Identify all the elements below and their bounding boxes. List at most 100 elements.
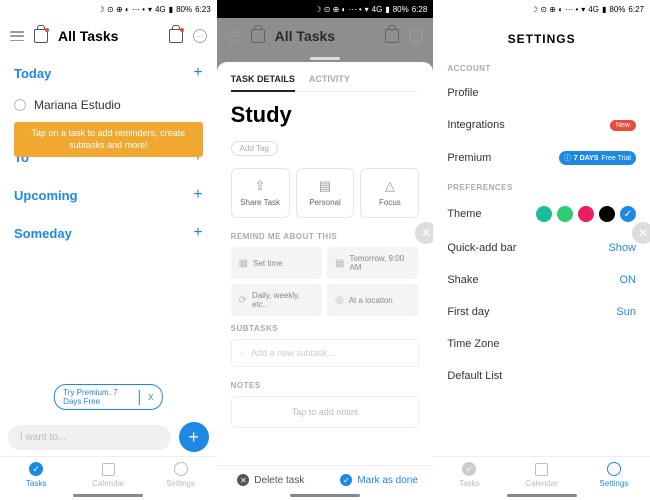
reminder-repeat[interactable]: ⟳Daily, weekly, etc.. [231, 284, 322, 316]
statusbar: ☽ ⊙ ⊕ ◐ ⋯ • ▾ 4G ▮ 80% 6:23 [0, 0, 217, 18]
task-title[interactable]: Study [231, 102, 420, 128]
home-indicator [73, 494, 143, 497]
settings-profile[interactable]: Profile [433, 77, 650, 109]
reminder-location[interactable]: ◎ At a location [327, 284, 418, 316]
page-title: All Tasks [275, 28, 376, 44]
reminder-label: Set time [253, 259, 282, 268]
bell-icon: △ [382, 179, 398, 193]
list-button[interactable]: ▤Personal [296, 168, 355, 218]
settings-shake[interactable]: ShakeON [433, 264, 650, 296]
share-button[interactable]: ⇪Share Task [231, 168, 290, 218]
header-dimmed: All Tasks ⋯ [217, 18, 434, 54]
trial-days: 7 DAYS [574, 155, 599, 162]
reminder-label: At a location [349, 296, 393, 305]
tab-calendar[interactable]: Calendar [506, 457, 578, 492]
tab-label: Settings [166, 479, 195, 488]
check-icon: ✓ [29, 462, 43, 476]
section-label: Someday [14, 226, 72, 241]
color-blue-selected[interactable]: ✓ [620, 206, 636, 222]
section-upcoming[interactable]: Upcoming+ [0, 176, 217, 214]
menu-icon[interactable] [10, 31, 24, 41]
screen-settings: ☽ ⊙ ⊕ ◐ ⋯ • ▾ 4G ▮ 80% 6:27 SETTINGS ACC… [433, 0, 650, 500]
add-icon[interactable]: + [193, 186, 202, 204]
section-today[interactable]: Today + [0, 54, 217, 92]
statusbar: ☽ ⊙ ⊕ ◐ ⋯ • ▾ 4G ▮ 80% 6:27 [433, 0, 650, 18]
lists-icon[interactable] [34, 29, 48, 43]
row-value: ON [619, 274, 636, 286]
menu-icon [227, 31, 241, 41]
close-button[interactable]: ✕ [632, 222, 650, 244]
section-someday[interactable]: Someday + [0, 214, 217, 252]
row-value: Sun [616, 306, 636, 318]
add-icon[interactable]: + [193, 224, 202, 242]
more-icon[interactable]: ⋯ [193, 29, 207, 43]
shop-icon[interactable] [169, 29, 183, 43]
signal-icon: ▮ [169, 5, 173, 14]
action-label: Personal [309, 198, 341, 207]
reminder-time[interactable]: ▦Set time [231, 247, 322, 279]
focus-button[interactable]: △Focus [360, 168, 419, 218]
premium-text: Try Premium. 7 Days Free [55, 385, 139, 409]
notes-input[interactable]: Tap to add notes [231, 396, 420, 428]
color-green[interactable] [557, 206, 573, 222]
settings-defaultlist[interactable]: Default List [433, 360, 650, 392]
settings-theme[interactable]: Theme ✓ [433, 196, 650, 232]
close-sheet-button[interactable]: ✕ [415, 222, 433, 244]
header: All Tasks ⋯ [0, 18, 217, 54]
info-icon: ⓘ [564, 153, 571, 163]
settings-integrations[interactable]: IntegrationsNew [433, 109, 650, 141]
row-label: Default List [447, 370, 502, 382]
settings-premium[interactable]: Premiumⓘ7 DAYSFree Trial [433, 141, 650, 175]
settings-timezone[interactable]: Time Zone [433, 328, 650, 360]
color-pink[interactable] [578, 206, 594, 222]
subtask-input[interactable]: ○Add a new subtask... [231, 339, 420, 367]
tab-tasks[interactable]: ✓ Tasks [0, 457, 72, 492]
wifi-icon: ▾ [148, 5, 152, 14]
location-icon: ◎ [335, 295, 344, 306]
section-label: Today [14, 66, 51, 81]
tab-label: Calendar [525, 479, 557, 488]
gear-icon [607, 462, 621, 476]
add-tag-button[interactable]: Add Tag [231, 141, 278, 156]
row-label: Profile [447, 87, 478, 99]
premium-pill[interactable]: Try Premium. 7 Days FreeX [54, 384, 162, 410]
sheet-handle-icon[interactable] [310, 57, 340, 60]
delete-label: Delete task [254, 475, 304, 486]
row-label: Premium [447, 152, 491, 164]
reminder-tomorrow[interactable]: ▦Tomorrow, 9:00 AM [327, 247, 418, 279]
settings-firstday[interactable]: First daySun [433, 296, 650, 328]
screen-tasks: ☽ ⊙ ⊕ ◐ ⋯ • ▾ 4G ▮ 80% 6:23 All Tasks ⋯ … [0, 0, 217, 500]
tab-label: Tasks [26, 479, 46, 488]
task-item[interactable]: Mariana Estudio [0, 92, 217, 118]
settings-quickadd[interactable]: Quick-add barShow [433, 232, 650, 264]
net: 4G [155, 5, 166, 14]
add-icon[interactable]: + [193, 64, 202, 82]
add-task-button[interactable]: + [179, 422, 209, 452]
tab-settings[interactable]: Settings [144, 457, 216, 492]
detail-tabs: TASK DETAILS ACTIVITY [231, 74, 420, 92]
tab-tasks[interactable]: ✓Tasks [433, 457, 505, 492]
tab-calendar[interactable]: Calendar [72, 457, 144, 492]
tab-label: Settings [599, 479, 628, 488]
hint-tooltip: Tap on a task to add reminders, create s… [14, 122, 203, 157]
tab-settings[interactable]: Settings [578, 457, 650, 492]
battery: 80% [609, 5, 625, 14]
color-teal[interactable] [536, 206, 552, 222]
tab-details[interactable]: TASK DETAILS [231, 74, 295, 92]
color-black[interactable] [599, 206, 615, 222]
done-button[interactable]: ✓Mark as done [325, 474, 433, 486]
checkbox-icon[interactable] [14, 99, 26, 111]
subtask-placeholder: Add a new subtask... [251, 348, 335, 358]
signal-icon: ▮ [385, 5, 389, 14]
row-value: Show [608, 242, 636, 254]
close-icon[interactable]: X [139, 390, 161, 405]
check-icon: ✓ [462, 462, 476, 476]
status-icons: ☽ ⊙ ⊕ ◐ ⋯ • [314, 5, 361, 14]
delete-button[interactable]: ✕Delete task [217, 474, 325, 486]
quick-add-input[interactable]: I want to... [8, 425, 171, 450]
tab-activity[interactable]: ACTIVITY [309, 74, 350, 85]
check-icon: ✓ [340, 474, 352, 486]
account-section-label: ACCOUNT [433, 56, 650, 77]
action-label: Share Task [240, 198, 280, 207]
page-title: All Tasks [58, 28, 159, 44]
